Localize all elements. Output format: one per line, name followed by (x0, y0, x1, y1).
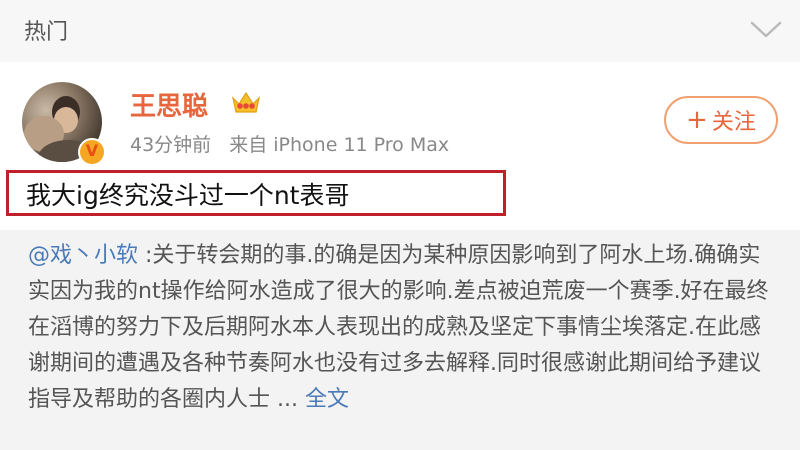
plus-icon: + (686, 105, 708, 135)
username[interactable]: 王思聪 (130, 86, 208, 123)
read-more-link[interactable]: 全文 (305, 387, 349, 412)
post-source: 来自 iPhone 11 Pro Max (229, 134, 450, 156)
post-time: 43分钟前 (130, 134, 212, 156)
follow-label: 关注 (711, 110, 756, 135)
repost-body: :关于转会期的事.的确是因为某种原因影响到了阿水上场.确确实实因为我的nt操作给… (28, 243, 769, 412)
post-meta: 43分钟前 来自 iPhone 11 Pro Max (130, 130, 461, 157)
header-bar: 热门 (0, 0, 800, 62)
post-text: 我大ig终究没斗过一个nt表哥 (26, 181, 350, 210)
avatar[interactable]: V (22, 82, 106, 166)
header-title[interactable]: 热门 (24, 14, 68, 46)
repost-text: @戏丶小软 :关于转会期的事.的确是因为某种原因影响到了阿水上场.确确实实因为我… (28, 238, 780, 418)
chevron-down-icon[interactable] (748, 14, 784, 44)
follow-button[interactable]: + 关注 (664, 96, 778, 144)
verified-v-icon: V (78, 138, 106, 166)
crown-icon (230, 88, 262, 116)
mention-link[interactable]: @戏丶小软 (28, 243, 138, 268)
